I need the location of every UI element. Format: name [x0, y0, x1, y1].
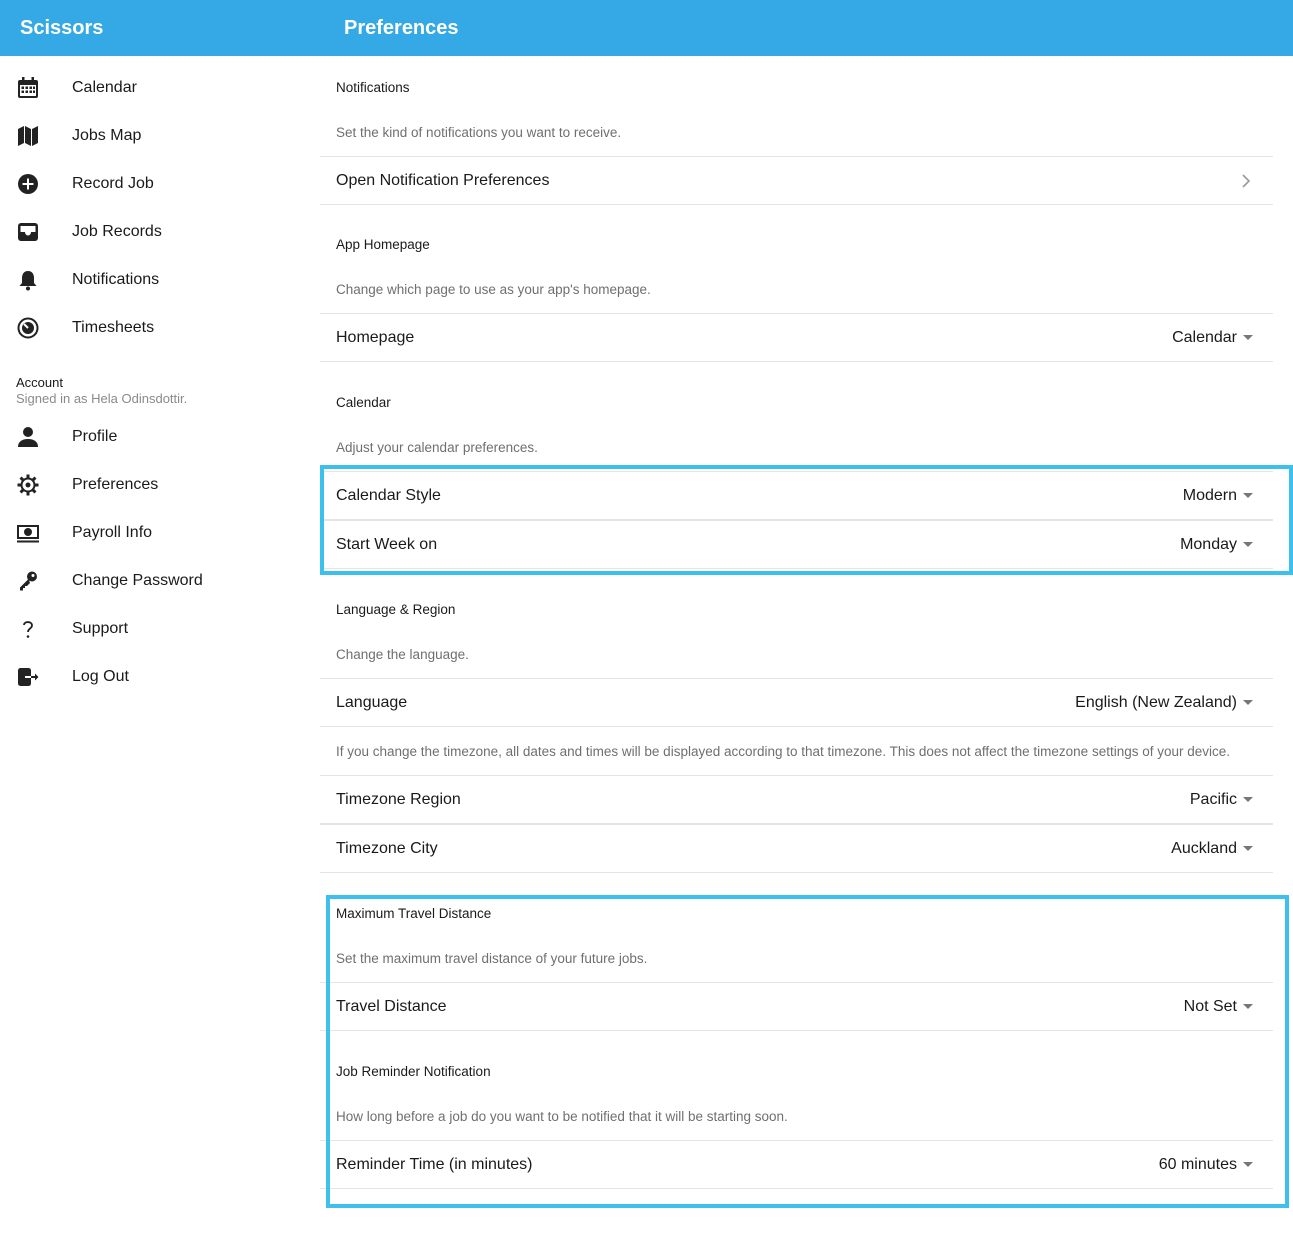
sidebar-item-preferences[interactable]: Preferences [0, 461, 310, 509]
dropdown-caret-icon [1243, 797, 1253, 802]
sidebar-item-record-job[interactable]: Record Job [0, 160, 310, 208]
dropdown-caret-icon [1243, 493, 1253, 498]
map-icon [16, 124, 40, 148]
bell-icon [16, 268, 40, 292]
section-note-job-reminder: How long before a job do you want to be … [336, 1109, 788, 1124]
timezone-region-select[interactable]: Timezone Region Pacific [320, 775, 1273, 824]
row-value: English (New Zealand) [1075, 694, 1237, 711]
row-label: Timezone Region [336, 791, 461, 808]
sidebar-item-log-out[interactable]: Log Out [0, 653, 310, 701]
start-week-on-select[interactable]: Start Week on Monday [320, 520, 1273, 569]
row-label: Calendar Style [336, 487, 441, 504]
account-signed-in-text: Signed in as Hela Odinsdottir. [16, 391, 188, 406]
section-note-travel-distance: Set the maximum travel distance of your … [336, 951, 648, 966]
section-header-travel-distance: Maximum Travel Distance [336, 906, 492, 921]
inbox-icon [16, 220, 40, 244]
dropdown-caret-icon [1243, 542, 1253, 547]
sidebar-item-support[interactable]: Support [0, 605, 310, 653]
row-value: Modern [1182, 487, 1237, 504]
add-circle-icon [16, 172, 40, 196]
open-notification-preferences-link[interactable]: Open Notification Preferences [320, 156, 1273, 205]
section-note-calendar: Adjust your calendar preferences. [336, 440, 538, 455]
sidebar-item-timesheets[interactable]: Timesheets [0, 304, 310, 352]
sidebar-item-profile[interactable]: Profile [0, 413, 310, 461]
sidebar-item-label: Jobs Map [72, 127, 142, 144]
sidebar-item-label: Job Records [72, 223, 162, 240]
person-icon [16, 425, 40, 449]
sidebar-item-label: Payroll Info [72, 524, 153, 541]
timezone-note: If you change the timezone, all dates an… [336, 744, 1231, 759]
sidebar-item-label: Timesheets [72, 319, 155, 336]
sidebar-item-label: Change Password [72, 572, 203, 589]
timezone-city-select[interactable]: Timezone City Auckland [320, 824, 1273, 873]
sidebar-item-jobs-map[interactable]: Jobs Map [0, 112, 310, 160]
sidebar-item-change-password[interactable]: Change Password [0, 557, 310, 605]
key-icon [16, 569, 40, 593]
section-header-app-homepage: App Homepage [336, 237, 430, 252]
sidebar-item-label: Preferences [72, 476, 159, 493]
section-header-calendar: Calendar [336, 395, 391, 410]
section-header-language-region: Language & Region [336, 602, 456, 617]
section-note-app-homepage: Change which page to use as your app's h… [336, 282, 651, 297]
row-label: Timezone City [336, 840, 438, 857]
timer-icon [16, 316, 40, 340]
dropdown-caret-icon [1243, 1004, 1253, 1009]
sidebar-item-calendar[interactable]: Calendar [0, 64, 310, 112]
row-value: Auckland [1171, 840, 1237, 857]
section-note-notifications: Set the kind of notifications you want t… [336, 125, 622, 140]
section-note-language: Change the language. [336, 647, 469, 662]
row-value: Monday [1180, 536, 1237, 553]
sidebar-item-label: Log Out [72, 668, 129, 685]
app-header: Scissors Preferences [0, 0, 1293, 56]
row-value: Pacific [1189, 791, 1237, 808]
preferences-content: Notifications Set the kind of notificati… [320, 56, 1293, 1253]
logout-icon [16, 665, 40, 689]
gear-icon [16, 473, 40, 497]
question-icon [16, 617, 40, 641]
sidebar-item-job-records[interactable]: Job Records [0, 208, 310, 256]
account-section-title: Account [16, 375, 63, 390]
travel-distance-select[interactable]: Travel Distance Not Set [320, 982, 1273, 1031]
dropdown-caret-icon [1243, 700, 1253, 705]
dropdown-caret-icon [1243, 1162, 1253, 1167]
row-value: Not Set [1183, 998, 1237, 1015]
sidebar-item-notifications[interactable]: Notifications [0, 256, 310, 304]
chevron-right-icon [1239, 172, 1253, 190]
section-header-job-reminder: Job Reminder Notification [336, 1064, 491, 1079]
dropdown-caret-icon [1243, 846, 1253, 851]
language-select[interactable]: Language English (New Zealand) [320, 678, 1273, 727]
calendar-style-select[interactable]: Calendar Style Modern [320, 471, 1273, 520]
page-title: Preferences [344, 17, 459, 39]
dropdown-caret-icon [1243, 335, 1253, 340]
sidebar-item-label: Profile [72, 428, 118, 445]
row-value: 60 minutes [1158, 1156, 1237, 1173]
row-label: Start Week on [336, 536, 438, 553]
row-label: Reminder Time (in minutes) [336, 1156, 533, 1173]
homepage-select[interactable]: Homepage Calendar [320, 313, 1273, 362]
section-header-notifications: Notifications [336, 80, 410, 95]
money-icon [16, 521, 40, 545]
row-label: Open Notification Preferences [336, 172, 550, 189]
row-label: Homepage [336, 329, 415, 346]
sidebar-item-label: Record Job [72, 175, 154, 192]
sidebar-item-label: Notifications [72, 271, 160, 288]
row-label: Travel Distance [336, 998, 447, 1015]
row-value: Calendar [1172, 329, 1237, 346]
row-label: Language [336, 694, 408, 711]
calendar-icon [16, 76, 40, 100]
sidebar-item-payroll-info[interactable]: Payroll Info [0, 509, 310, 557]
app-title: Scissors [20, 17, 104, 39]
reminder-time-select[interactable]: Reminder Time (in minutes) 60 minutes [320, 1140, 1273, 1189]
sidebar-item-label: Calendar [72, 79, 137, 96]
sidebar-item-label: Support [72, 620, 129, 637]
sidebar: Calendar Jobs Map Record Job Job Records… [0, 56, 310, 1253]
